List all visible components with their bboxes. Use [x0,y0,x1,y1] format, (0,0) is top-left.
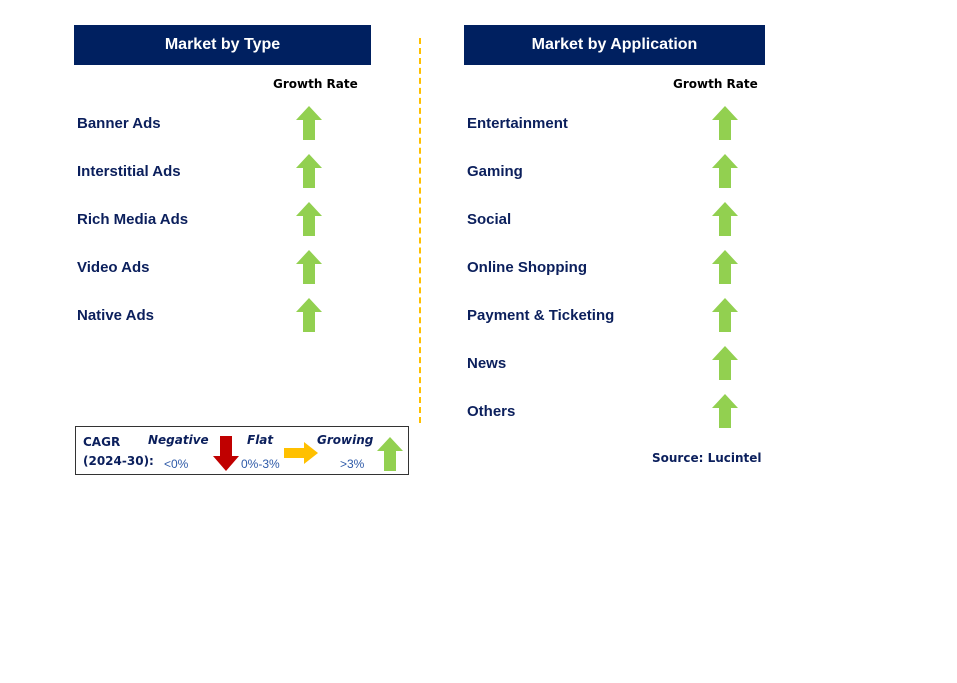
application-item-label: Others [467,403,516,420]
growth-up-arrow-icon [712,394,738,428]
growth-up-arrow-icon [296,250,322,284]
application-growth-rate-header: Growth Rate [673,77,758,91]
growth-up-arrow-icon [296,298,322,332]
down-arrow-icon [213,436,239,471]
legend-flat-label: Flat [247,433,274,447]
cagr-legend: CAGR (2024-30): Negative <0% Flat 0%-3% … [75,426,409,475]
type-growth-rate-header: Growth Rate [273,77,358,91]
type-item-label: Banner Ads [77,115,161,132]
application-panel-header: Market by Application [464,25,765,65]
growth-up-arrow-icon [712,154,738,188]
type-item-label: Interstitial Ads [77,163,181,180]
application-item-label: Social [467,211,512,228]
growth-up-arrow-icon [296,154,322,188]
right-arrow-icon [284,442,318,464]
growth-up-arrow-icon [712,250,738,284]
application-panel-title: Market by Application [531,36,698,53]
legend-negative-range: <0% [164,457,189,471]
application-item-label: Gaming [467,163,523,180]
legend-period-label: (2024-30): [83,454,154,468]
growth-up-arrow-icon [296,202,322,236]
application-item-label: Entertainment [467,115,568,132]
legend-growing-range: >3% [340,457,365,471]
legend-cagr-label: CAGR [83,435,121,449]
growth-up-arrow-icon [296,106,322,140]
legend-negative-label: Negative [148,433,209,447]
legend-flat-range: 0%-3% [241,457,280,471]
application-item-label: Payment & Ticketing [467,307,615,324]
type-panel-title: Market by Type [164,36,281,53]
type-item-label: Native Ads [77,307,154,324]
type-item-label: Video Ads [77,259,150,276]
application-item-label: Online Shopping [467,259,587,276]
growth-up-arrow-icon [712,298,738,332]
growth-up-arrow-icon [712,202,738,236]
source-label: Source: Lucintel [652,451,762,465]
growth-up-arrow-icon [712,106,738,140]
legend-growing-label: Growing [317,433,374,447]
type-item-label: Rich Media Ads [77,211,189,228]
growth-up-arrow-icon [712,346,738,380]
application-item-label: News [467,355,507,372]
panel-divider [419,38,421,423]
type-panel-header: Market by Type [74,25,371,65]
up-arrow-icon [377,437,403,471]
